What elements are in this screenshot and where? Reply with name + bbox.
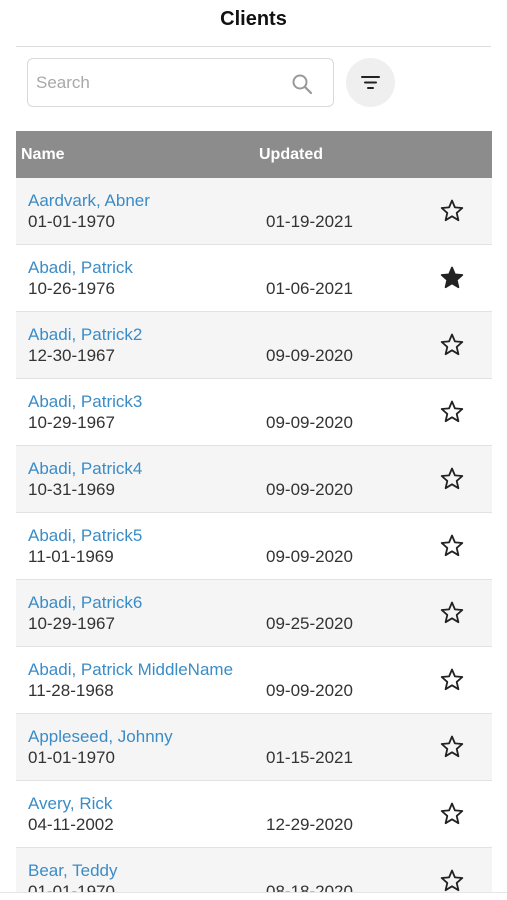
client-updated-date: 09-09-2020 [266, 480, 353, 499]
client-dob: 01-01-1970 [28, 748, 115, 767]
client-name-link[interactable]: Bear, Teddy [28, 861, 117, 881]
client-name-link[interactable]: Abadi, Patrick4 [28, 459, 142, 479]
client-dob: 01-01-1970 [28, 212, 115, 231]
favorite-button[interactable] [437, 800, 467, 830]
search-icon[interactable] [291, 73, 313, 95]
client-dob: 11-28-1968 [28, 681, 114, 700]
column-header-name[interactable]: Name [21, 146, 65, 164]
clients-screen: Clients Name Updated Aardvark, Abner01-0… [0, 0, 507, 900]
client-updated-date: 09-09-2020 [266, 681, 353, 700]
client-updated-date: 01-15-2021 [266, 748, 353, 767]
client-row[interactable]: Aardvark, Abner 01-01-1970 01-19-2021 [16, 178, 492, 245]
favorite-button[interactable] [437, 465, 467, 495]
client-dob: 12-30-1967 [28, 346, 115, 365]
column-header-updated[interactable]: Updated [259, 146, 323, 164]
client-dob: 11-01-1969 [28, 547, 114, 566]
star-outline-icon [440, 802, 464, 824]
favorite-button[interactable] [437, 264, 467, 294]
client-dob: 01-01-1970 [28, 882, 115, 892]
client-updated-date: 09-25-2020 [266, 614, 353, 633]
client-name-link[interactable]: Abadi, Patrick6 [28, 593, 142, 613]
star-outline-icon [440, 534, 464, 556]
filter-icon [361, 76, 380, 89]
favorite-button[interactable] [437, 599, 467, 629]
favorite-button[interactable] [437, 398, 467, 428]
star-outline-icon [440, 601, 464, 623]
filter-button[interactable] [346, 58, 395, 107]
client-name-link[interactable]: Abadi, Patrick MiddleName [28, 660, 233, 680]
client-updated-date: 12-29-2020 [266, 815, 353, 834]
client-dob: 10-26-1976 [28, 279, 115, 298]
client-updated-date: 09-09-2020 [266, 547, 353, 566]
client-row[interactable]: Abadi, Patrick 10-26-1976 01-06-2021 [16, 245, 492, 312]
favorite-button[interactable] [437, 532, 467, 562]
client-updated-date: 09-09-2020 [266, 346, 353, 365]
star-outline-icon [440, 869, 464, 891]
client-updated-date: 01-06-2021 [266, 279, 353, 298]
client-name-link[interactable]: Aardvark, Abner [28, 191, 150, 211]
page-title: Clients [220, 8, 287, 30]
favorite-button[interactable] [437, 197, 467, 227]
client-name-link[interactable]: Abadi, Patrick5 [28, 526, 142, 546]
client-row[interactable]: Abadi, Patrick5 11-01-1969 09-09-2020 [16, 513, 492, 580]
client-name-link[interactable]: Abadi, Patrick2 [28, 325, 142, 345]
client-dob: 04-11-2002 [28, 815, 114, 834]
client-row[interactable]: Abadi, Patrick3 10-29-1967 09-09-2020 [16, 379, 492, 446]
client-updated-date: 08-18-2020 [266, 882, 353, 892]
favorite-button[interactable] [437, 666, 467, 696]
client-updated-date: 09-09-2020 [266, 413, 353, 432]
star-outline-icon [440, 400, 464, 422]
client-name-link[interactable]: Avery, Rick [28, 794, 112, 814]
client-list[interactable]: Aardvark, Abner 01-01-1970 01-19-2021 Abadi… [16, 178, 492, 892]
client-row[interactable]: Appleseed, Johnny 01-01-1970 01-15-2021 [16, 714, 492, 781]
star-outline-icon [440, 467, 464, 489]
client-name-link[interactable]: Appleseed, Johnny [28, 727, 173, 747]
table-header: Name Updated [16, 131, 492, 178]
client-row[interactable]: Abadi, Patrick4 10-31-1969 09-09-2020 [16, 446, 492, 513]
star-outline-icon [440, 199, 464, 221]
favorite-button[interactable] [437, 867, 467, 892]
client-updated-date: 01-19-2021 [266, 212, 353, 231]
star-outline-icon [440, 668, 464, 690]
client-row[interactable]: Avery, Rick 04-11-2002 12-29-2020 [16, 781, 492, 848]
favorite-button[interactable] [437, 733, 467, 763]
client-dob: 10-31-1969 [28, 480, 115, 499]
client-name-link[interactable]: Abadi, Patrick3 [28, 392, 142, 412]
client-row[interactable]: Abadi, Patrick6 10-29-1967 09-25-2020 [16, 580, 492, 647]
client-row[interactable]: Bear, Teddy 01-01-1970 08-18-2020 [16, 848, 492, 892]
bottom-bar [0, 892, 507, 900]
search-input[interactable] [36, 69, 286, 97]
star-outline-icon [440, 735, 464, 757]
client-dob: 10-29-1967 [28, 413, 115, 432]
search-box[interactable] [27, 58, 334, 107]
title-divider [16, 46, 491, 47]
star-outline-icon [440, 333, 464, 355]
client-row[interactable]: Abadi, Patrick2 12-30-1967 09-09-2020 [16, 312, 492, 379]
client-name-link[interactable]: Abadi, Patrick [28, 258, 133, 278]
client-dob: 10-29-1967 [28, 614, 115, 633]
client-row[interactable]: Abadi, Patrick MiddleName 11-28-1968 09-09… [16, 647, 492, 714]
favorite-button[interactable] [437, 331, 467, 361]
star-filled-icon [440, 266, 464, 288]
